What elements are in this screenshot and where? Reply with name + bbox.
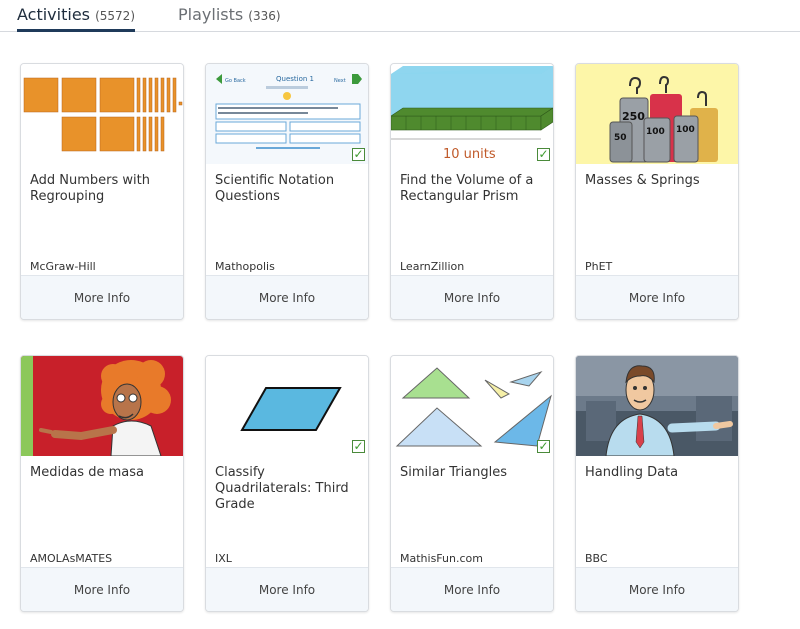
quiz-next-text: Next [334,78,346,84]
card-publisher: PhET [585,260,613,273]
weight-label: 50 [614,133,627,143]
activity-grid: Add Numbers with Regrouping McGraw-Hill … [0,32,800,629]
more-info-button[interactable]: More Info [206,567,368,611]
checkmark-icon: ✓ [352,439,365,453]
tab-activities-count: (5572) [95,9,135,23]
quiz-screenshot-image: Go Back Question 1 Next [206,64,368,164]
quiz-question-text: Question 1 [276,75,314,83]
card-title[interactable]: Handling Data [585,465,731,481]
card-publisher: IXL [215,552,232,565]
card-title[interactable]: Find the Volume of a Rectangular Prism [400,173,546,205]
checkmark-icon: ✓ [537,439,550,453]
more-info-button[interactable]: More Info [391,275,553,319]
activity-card[interactable]: 10 units ✓ Find the Volume of a Rectangu… [390,63,554,320]
more-info-button[interactable]: More Info [206,275,368,319]
triangles-image [391,356,553,456]
thumbnail-weights[interactable]: 250 50 100 100 [576,64,738,164]
more-info-button[interactable]: More Info [21,567,183,611]
card-publisher: BBC [585,552,608,565]
more-info-button[interactable]: More Info [576,567,738,611]
card-publisher: Mathopolis [215,260,275,273]
card-title[interactable]: Classify Quadrilaterals: Third Grade [215,465,361,513]
base-ten-blocks-image [21,64,183,164]
thumbnail-base-ten-blocks[interactable] [21,64,183,164]
prism-caption: 10 units [443,147,496,162]
activity-card[interactable]: ✓ Classify Quadrilaterals: Third Grade I… [205,355,369,612]
tab-playlists[interactable]: Playlists (336) [178,5,281,32]
card-title[interactable]: Similar Triangles [400,465,546,481]
tab-bar: Activities (5572) Playlists (336) [0,0,800,32]
tab-activities-label: Activities [17,5,90,24]
more-info-button[interactable]: More Info [391,567,553,611]
activity-card[interactable]: Add Numbers with Regrouping McGraw-Hill … [20,63,184,320]
thumbnail-parallelogram[interactable]: ✓ [206,356,368,456]
activity-card[interactable]: Medidas de masa AMOLAsMATES More Info [20,355,184,612]
quiz-prev-text: Go Back [225,78,246,84]
parallelogram-image [206,356,368,456]
prism-blocks-image: 10 units [391,64,553,164]
weight-label: 100 [646,127,665,137]
card-title[interactable]: Add Numbers with Regrouping [30,173,176,205]
activity-card[interactable]: 250 50 100 100 Masses & Springs PhET Mor… [575,63,739,320]
activity-card[interactable]: Go Back Question 1 Next ✓ Scientific Not… [205,63,369,320]
activity-card[interactable]: ✓ Similar Triangles MathisFun.com More I… [390,355,554,612]
card-publisher: MathisFun.com [400,552,483,565]
card-publisher: LearnZillion [400,260,465,273]
card-title[interactable]: Masses & Springs [585,173,731,189]
cartoon-presenter-image [576,356,738,456]
card-publisher: AMOLAsMATES [30,552,113,565]
checkmark-icon: ✓ [352,147,365,161]
weight-label: 250 [622,110,645,123]
tab-playlists-label: Playlists [178,5,244,24]
card-publisher: McGraw-Hill [30,260,96,273]
thumbnail-prism[interactable]: 10 units ✓ [391,64,553,164]
thumbnail-cartoon-scientist[interactable] [21,356,183,456]
thumbnail-triangles[interactable]: ✓ [391,356,553,456]
card-title[interactable]: Medidas de masa [30,465,176,481]
more-info-button[interactable]: More Info [21,275,183,319]
checkmark-icon: ✓ [537,147,550,161]
thumbnail-cartoon-presenter[interactable] [576,356,738,456]
tab-playlists-count: (336) [248,9,281,23]
weight-label: 100 [676,125,695,135]
weights-image: 250 50 100 100 [576,64,738,164]
more-info-button[interactable]: More Info [576,275,738,319]
thumbnail-quiz[interactable]: Go Back Question 1 Next ✓ [206,64,368,164]
card-title[interactable]: Scientific Notation Questions [215,173,361,205]
cartoon-scientist-image [21,356,183,456]
tab-activities[interactable]: Activities (5572) [17,5,135,32]
activity-card[interactable]: Handling Data BBC More Info [575,355,739,612]
